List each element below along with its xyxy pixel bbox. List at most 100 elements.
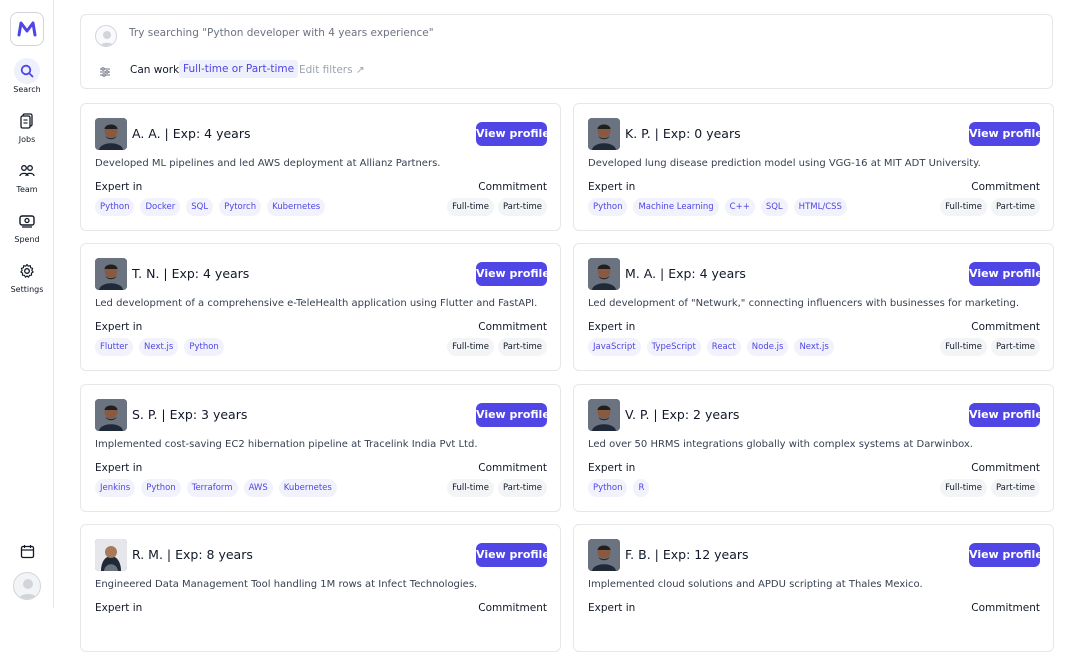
search-icon (14, 58, 40, 84)
user-placeholder-icon (18, 579, 38, 599)
avatar (95, 399, 127, 431)
commitment-label: Commitment (478, 181, 547, 193)
app-logo[interactable] (10, 12, 44, 46)
skill-list: JavaScript TypeScript React Node.js Next.js (588, 338, 834, 356)
commitment-chip: Full-time (940, 479, 987, 497)
calendar-button[interactable] (15, 539, 39, 563)
avatar (588, 399, 620, 431)
commitment-label: Commitment (971, 602, 1040, 614)
commitment-chip: Part-time (990, 198, 1040, 216)
filter-chip-availability[interactable]: Full-time or Part-time (179, 60, 299, 78)
skill-list: Jenkins Python Terraform AWS Kubernetes (95, 479, 337, 497)
skill-chip: SQL (186, 198, 214, 216)
profile-photo (95, 118, 127, 150)
skill-chip: Next.js (794, 338, 834, 356)
commitment-label: Commitment (478, 321, 547, 333)
logo-icon (17, 21, 37, 37)
spend-icon (14, 208, 40, 234)
sidebar-item-settings[interactable]: Settings (0, 258, 54, 302)
sidebar-item-search[interactable]: Search (0, 58, 54, 102)
commitment-label: Commitment (971, 321, 1040, 333)
avatar (95, 25, 117, 47)
view-profile-button[interactable]: View profile (476, 543, 547, 567)
skill-chip: Flutter (95, 338, 134, 356)
expert-in-label: Expert in (95, 181, 143, 193)
view-profile-button[interactable]: View profile (969, 543, 1040, 567)
candidate-name: A. A. | Exp: 4 years (132, 126, 251, 141)
avatar (95, 258, 127, 290)
skill-chip: HTML/CSS (793, 198, 847, 216)
view-profile-button[interactable]: View profile (476, 403, 547, 427)
skill-list: Flutter Next.js Python (95, 338, 224, 356)
sidebar-item-team[interactable]: Team (0, 158, 54, 202)
skill-list: Python Docker SQL Pytorch Kubernetes (95, 198, 326, 216)
skill-chip: Docker (140, 198, 181, 216)
sidebar-item-label: Team (16, 185, 38, 194)
sidebar-item-label: Settings (10, 285, 44, 294)
profile-photo (588, 399, 620, 431)
skill-chip: Python (588, 198, 628, 216)
commitment-chip: Part-time (497, 198, 547, 216)
calendar-icon (20, 544, 34, 558)
candidate-summary: Led development of "Netwurk," connecting… (588, 298, 1020, 309)
candidate-name: K. P. | Exp: 0 years (625, 126, 741, 141)
skill-chip: Python (588, 479, 628, 497)
commitment-list: Full-time Part-time (940, 338, 1040, 356)
candidate-name: R. M. | Exp: 8 years (132, 547, 253, 562)
commitment-list: Full-time Part-time (447, 338, 547, 356)
avatar (588, 118, 620, 150)
view-profile-button[interactable]: View profile (476, 262, 547, 286)
commitment-list: Full-time Part-time (447, 479, 547, 497)
skill-chip: Python (141, 479, 181, 497)
commitment-chip: Full-time (447, 198, 494, 216)
avatar (588, 539, 620, 571)
commitment-list: Full-time Part-time (940, 479, 1040, 497)
candidate-summary: Implemented cloud solutions and APDU scr… (588, 579, 923, 590)
view-profile-button[interactable]: View profile (969, 403, 1040, 427)
view-profile-button[interactable]: View profile (476, 122, 547, 146)
candidate-summary: Led development of a comprehensive e-Tel… (95, 298, 538, 309)
skill-chip: TypeScript (646, 338, 701, 356)
sidebar-item-label: Jobs (18, 135, 36, 144)
candidate-name: M. A. | Exp: 4 years (625, 266, 746, 281)
profile-photo (95, 399, 127, 431)
candidate-summary: Developed lung disease prediction model … (588, 158, 981, 169)
expert-in-label: Expert in (95, 602, 143, 614)
sidebar-item-jobs[interactable]: Jobs (0, 108, 54, 152)
sidebar-item-spend[interactable]: Spend (0, 208, 54, 252)
user-avatar[interactable] (13, 572, 41, 600)
commitment-chip: Part-time (990, 479, 1040, 497)
profile-photo (588, 258, 620, 290)
commitment-label: Commitment (478, 462, 547, 474)
commitment-list: Full-time Part-time (447, 198, 547, 216)
commitment-chip: Full-time (940, 198, 987, 216)
profile-photo (95, 539, 127, 571)
skill-chip: Kubernetes (278, 479, 337, 497)
search-input[interactable] (129, 27, 1029, 39)
user-placeholder-icon (99, 31, 115, 46)
view-profile-button[interactable]: View profile (969, 122, 1040, 146)
avatar (588, 258, 620, 290)
skill-list: Python R (588, 479, 650, 497)
commitment-label: Commitment (478, 602, 547, 614)
candidate-summary: Engineered Data Management Tool handling… (95, 579, 478, 590)
candidate-name: F. B. | Exp: 12 years (625, 547, 749, 562)
skill-chip: Kubernetes (267, 198, 326, 216)
skill-chip: React (706, 338, 741, 356)
skill-chip: Next.js (139, 338, 179, 356)
skill-chip: SQL (760, 198, 788, 216)
commitment-chip: Full-time (447, 338, 494, 356)
expert-in-label: Expert in (95, 321, 143, 333)
expert-in-label: Expert in (95, 462, 143, 474)
team-icon (14, 158, 40, 184)
skill-chip: Pytorch (219, 198, 262, 216)
candidate-card: M. A. | Exp: 4 years View profile Led deve… (573, 243, 1054, 371)
candidate-name: T. N. | Exp: 4 years (132, 266, 250, 281)
profile-photo (588, 539, 620, 571)
commitment-chip: Part-time (990, 338, 1040, 356)
sidebar-item-label: Spend (14, 235, 40, 244)
filter-label: Can work (130, 64, 180, 76)
filter-icon[interactable] (99, 63, 111, 77)
edit-filters-link[interactable]: Edit filters ↗ (299, 64, 365, 76)
view-profile-button[interactable]: View profile (969, 262, 1040, 286)
